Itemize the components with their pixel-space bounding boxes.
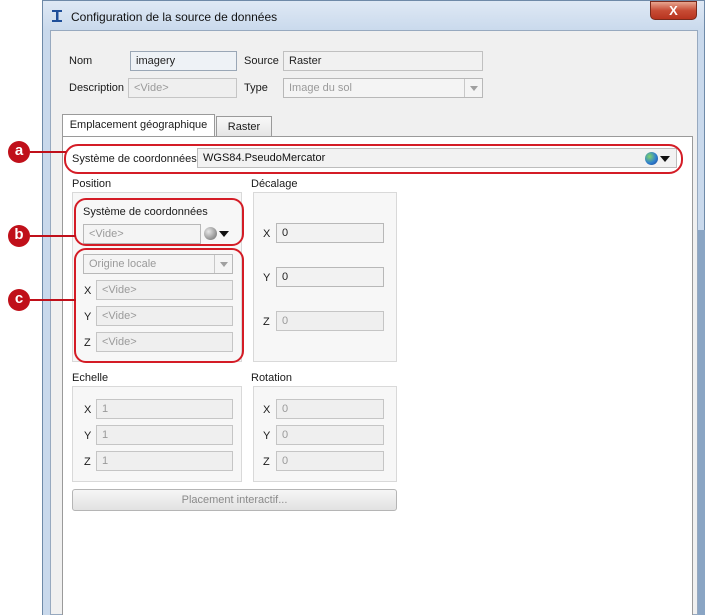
offset-y-label: Y xyxy=(263,272,271,284)
rotation-z-field[interactable]: 0 xyxy=(276,451,384,471)
type-label: Type xyxy=(244,82,268,94)
interactive-placement-button[interactable]: Placement interactif... xyxy=(72,489,397,511)
close-button[interactable]: X xyxy=(650,1,697,20)
callout-c-badge: c xyxy=(8,289,30,311)
position-label: Position xyxy=(72,178,112,190)
callout-b-badge: b xyxy=(8,225,30,247)
app-icon xyxy=(50,9,64,23)
type-value: Image du sol xyxy=(289,82,352,94)
scale-x-label: X xyxy=(84,404,92,416)
type-combo[interactable]: Image du sol xyxy=(283,78,483,98)
rotation-y-label: Y xyxy=(263,430,271,442)
callout-a-ring xyxy=(64,144,683,174)
offset-z-label: Z xyxy=(263,316,270,328)
scale-y-label: Y xyxy=(84,430,92,442)
nom-field[interactable]: imagery xyxy=(130,51,237,71)
rotation-x-label: X xyxy=(263,404,271,416)
description-field[interactable]: <Vide> xyxy=(128,78,237,98)
tab-emplacement-geographique[interactable]: Emplacement géographique xyxy=(62,114,215,138)
source-label: Source xyxy=(244,55,279,67)
offset-x-field[interactable]: 0 xyxy=(276,223,384,243)
window-edge xyxy=(698,230,705,615)
source-field: Raster xyxy=(283,51,483,71)
offset-y-field[interactable]: 0 xyxy=(276,267,384,287)
window-title: Configuration de la source de données xyxy=(71,10,278,24)
callout-b-leader xyxy=(30,235,76,237)
rotation-label: Rotation xyxy=(251,372,292,384)
offset-label: Décalage xyxy=(251,178,298,190)
callout-b-ring xyxy=(74,198,244,246)
callout-c-ring xyxy=(74,248,244,363)
offset-x-label: X xyxy=(263,228,271,240)
scale-x-field[interactable]: 1 xyxy=(96,399,233,419)
nom-label: Nom xyxy=(69,55,93,67)
scale-z-label: Z xyxy=(84,456,91,468)
description-label: Description xyxy=(69,82,125,94)
rotation-y-field[interactable]: 0 xyxy=(276,425,384,445)
scale-y-field[interactable]: 1 xyxy=(96,425,233,445)
callout-a-badge: a xyxy=(8,141,30,163)
scale-z-field[interactable]: 1 xyxy=(96,451,233,471)
scale-label: Echelle xyxy=(72,372,109,384)
rotation-z-label: Z xyxy=(263,456,270,468)
tab-raster[interactable]: Raster xyxy=(216,116,272,138)
chevron-down-icon xyxy=(464,79,482,97)
callout-a-leader xyxy=(30,151,66,153)
offset-z-field[interactable]: 0 xyxy=(276,311,384,331)
callout-c-leader xyxy=(30,299,76,301)
rotation-x-field[interactable]: 0 xyxy=(276,399,384,419)
